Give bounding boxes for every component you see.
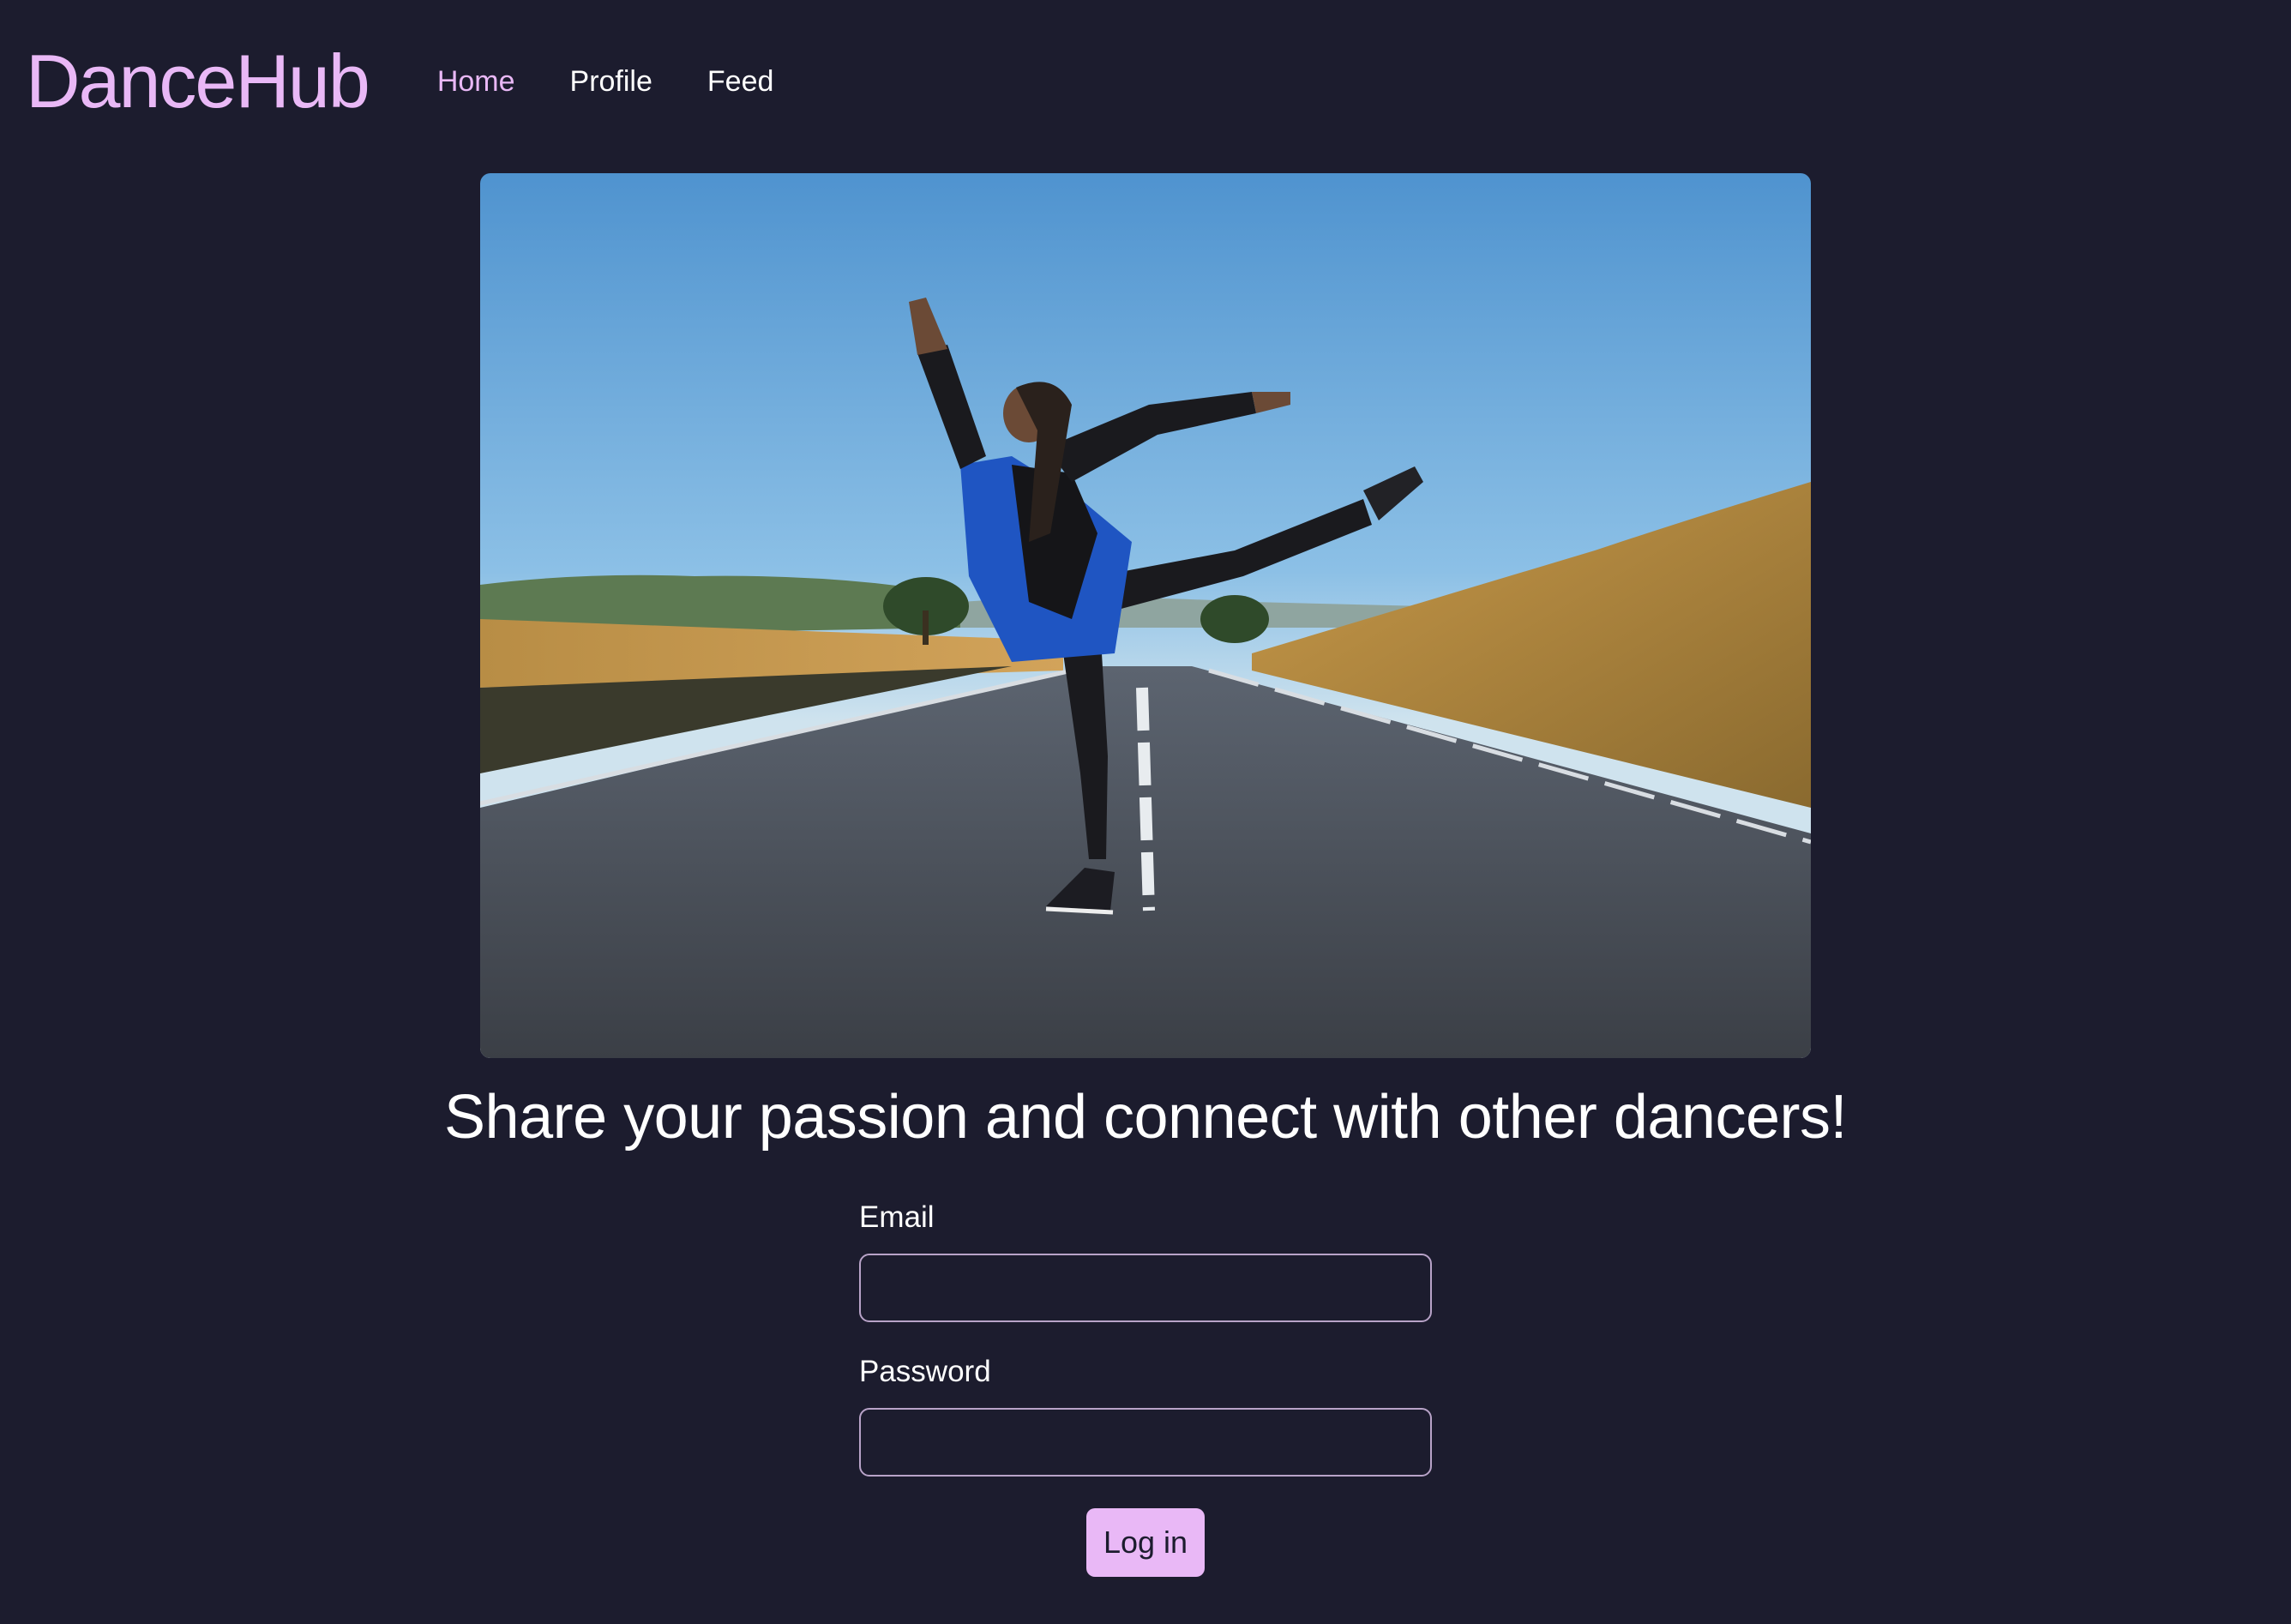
nav-links: Home Profile Feed <box>437 65 774 99</box>
hero-photo <box>480 173 1811 1058</box>
email-field-group: Email <box>859 1200 1432 1322</box>
page-tagline: Share your passion and connect with othe… <box>444 1083 1848 1152</box>
password-input[interactable] <box>859 1408 1432 1477</box>
login-button[interactable]: Log in <box>1086 1508 1205 1577</box>
email-input[interactable] <box>859 1254 1432 1322</box>
brand-logo[interactable]: DanceHub <box>26 44 370 119</box>
email-label: Email <box>859 1200 935 1234</box>
nav-link-profile[interactable]: Profile <box>570 65 652 99</box>
login-form: Email Password <box>859 1200 1432 1509</box>
page: DanceHub Home Profile Feed Share your pa… <box>0 0 2291 1624</box>
password-field-group: Password <box>859 1355 1432 1477</box>
hero-image <box>480 173 1811 1058</box>
nav-link-home[interactable]: Home <box>437 65 515 99</box>
nav-link-feed[interactable]: Feed <box>707 65 774 99</box>
password-label: Password <box>859 1355 991 1388</box>
navbar: DanceHub Home Profile Feed <box>26 34 773 129</box>
